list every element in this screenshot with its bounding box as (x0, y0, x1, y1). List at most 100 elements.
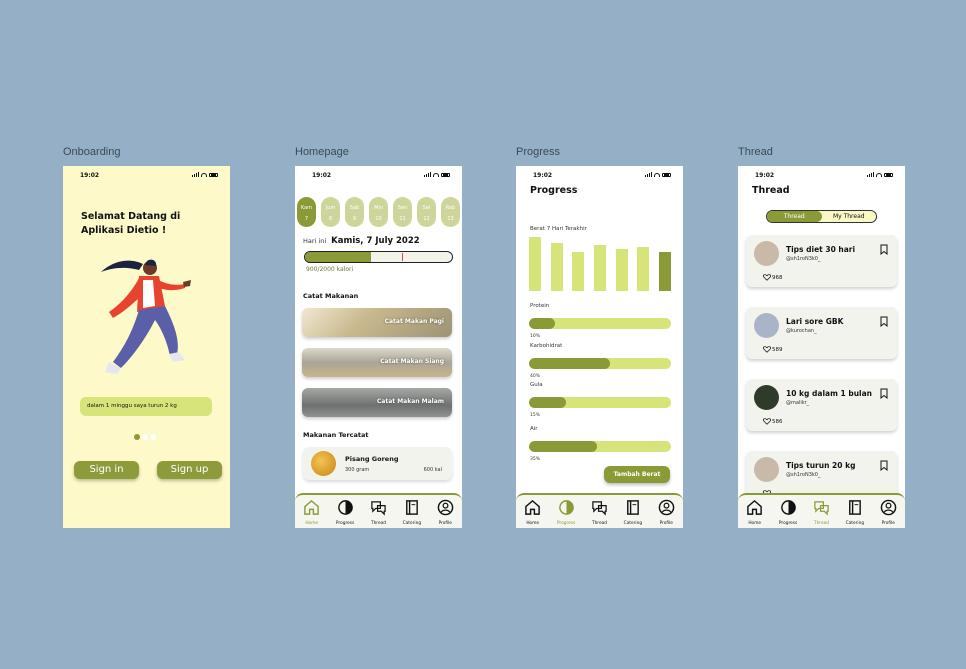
nav-item-profile[interactable]: Profile (651, 499, 681, 528)
day-number: 10 (375, 216, 382, 222)
heart-icon (763, 274, 771, 281)
food-item-card[interactable]: Pisang Goreng 300 gram 600 kal (303, 447, 452, 480)
like-button[interactable]: 589 (763, 346, 783, 353)
page-indicator (134, 434, 156, 440)
thread-username: @sh1roN3k0_ (786, 256, 821, 262)
weight-bar (572, 252, 585, 291)
chat-icon (371, 501, 386, 516)
nav-item-home[interactable]: Home (297, 499, 327, 528)
day-chip[interactable]: Rab 13 (441, 197, 460, 227)
nutrient-percent: 40% (530, 374, 541, 379)
nav-item-profile[interactable]: Profile (873, 499, 903, 528)
nav-item-home[interactable]: Home (740, 499, 770, 528)
nutrient-bar (529, 441, 671, 452)
nav-item-thread[interactable]: Thread (363, 499, 393, 528)
day-number: 12 (423, 216, 430, 222)
homepage-screen: 19:02 Kam 7 Jum 8 Sab 9 Min 10 Sen 11 Sel 12 Rab 13 H… (295, 166, 462, 528)
day-chip[interactable]: Sel 12 (417, 197, 436, 227)
meal-card-malam[interactable]: Catat Makan Malam (302, 388, 452, 417)
food-name: Pisang Goreng (345, 455, 399, 463)
weight-bar (550, 243, 563, 291)
weight-bar (659, 252, 671, 291)
thread-title: Lari sore GBK (786, 317, 844, 326)
thread-username: @malikr_ (786, 400, 810, 406)
meal-card-pagi[interactable]: Catat Makan Pagi (302, 308, 452, 337)
home-icon (304, 499, 320, 515)
home-icon (525, 499, 541, 515)
tab-my-thread[interactable]: My Thread (822, 211, 877, 222)
nutrient-label: Gula (530, 382, 543, 388)
runner-illustration (101, 259, 191, 374)
meal-card-siang[interactable]: Catat Makan Siang (302, 348, 452, 377)
day-name: Rab (445, 205, 456, 211)
nav-label: Home (305, 521, 319, 526)
signal-icon (192, 172, 199, 177)
bookmark-icon[interactable] (880, 460, 888, 471)
nutrient-fill (529, 397, 566, 408)
makanan-tercatat-title: Makanan Tercatat (303, 431, 369, 439)
day-number: 9 (352, 216, 357, 222)
pie-chart-icon (337, 500, 353, 515)
status-bar: 19:02 (516, 171, 683, 181)
nutrient-label: Air (530, 426, 538, 432)
weight-bar (594, 244, 606, 291)
avatar (754, 313, 779, 338)
meal-card-label: Catat Makan Siang (380, 358, 444, 365)
frame-label-homepage: Homepage (295, 146, 349, 158)
nav-item-thread[interactable]: Thread (584, 499, 614, 528)
day-chip[interactable]: Sen 11 (393, 197, 412, 227)
like-button[interactable]: 968 (763, 274, 783, 281)
meal-card-label: Catat Makan Malam (376, 398, 444, 405)
status-time: 19:02 (533, 172, 553, 179)
nutrient-percent: 10% (530, 334, 541, 339)
signal-icon (424, 172, 431, 177)
nav-item-home[interactable]: Home (518, 499, 548, 528)
bookmark-icon[interactable] (880, 316, 888, 327)
thread-card[interactable]: Lari sore GBK @kurochan_ 589 (746, 307, 897, 359)
catat-makanan-title: Catat Makanan (303, 292, 359, 300)
like-button[interactable]: 586 (763, 418, 783, 425)
nav-item-progress[interactable]: Progress (330, 499, 360, 528)
nutrient-fill (529, 358, 610, 369)
bookmark-icon[interactable] (880, 244, 888, 255)
nav-item-catering[interactable]: Catering (840, 499, 870, 528)
page-dot (150, 434, 156, 440)
avatar (754, 457, 779, 482)
nav-item-profile[interactable]: Profile (430, 499, 460, 528)
progress-screen: 19:02 Progress Berat 7 Hari Terakhir Pro… (516, 166, 683, 528)
bookmark-icon[interactable] (880, 388, 888, 399)
avatar (754, 385, 779, 410)
nav-item-catering[interactable]: Catering (618, 499, 648, 528)
nutrient-fill (529, 441, 598, 452)
day-chip[interactable]: Kam 7 (297, 197, 316, 227)
day-chip[interactable]: Jum 8 (321, 197, 340, 227)
sign-up-button[interactable]: Sign up (157, 461, 222, 479)
day-name: Min (374, 205, 383, 211)
tab-thread[interactable]: Thread (767, 211, 822, 222)
nav-label: Home (748, 521, 762, 526)
signal-icon (645, 172, 652, 177)
thread-card[interactable]: 10 kg dalam 1 bulan @malikr_ 586 (746, 379, 897, 431)
sign-in-button[interactable]: Sign in (74, 461, 139, 479)
weight-bar (615, 248, 628, 291)
nav-item-progress[interactable]: Progress (551, 499, 581, 528)
day-number: 8 (328, 216, 333, 222)
nav-item-catering[interactable]: Catering (397, 499, 427, 528)
today-prefix: Hari ini (303, 237, 327, 245)
nav-item-thread[interactable]: Thread (806, 499, 836, 528)
nav-item-progress[interactable]: Progress (773, 499, 803, 528)
status-bar: 19:02 (738, 171, 905, 181)
nutrient-label: Protein (530, 303, 550, 309)
tambah-berat-button[interactable]: Tambah Berat (604, 466, 670, 483)
profile-icon (880, 499, 897, 516)
nav-label: Catering (402, 521, 422, 526)
thread-title: 10 kg dalam 1 bulan (786, 389, 873, 398)
weight-chart (529, 237, 671, 291)
signal-icon (867, 172, 874, 177)
nav-label: Home (526, 521, 540, 526)
thread-card[interactable]: Tips diet 30 hari @sh1roN3k0_ 968 (746, 235, 897, 287)
page-title: Progress (530, 185, 578, 196)
food-gram: 300 gram (345, 467, 370, 473)
day-chip[interactable]: Sab 9 (345, 197, 364, 227)
day-chip[interactable]: Min 10 (369, 197, 388, 227)
